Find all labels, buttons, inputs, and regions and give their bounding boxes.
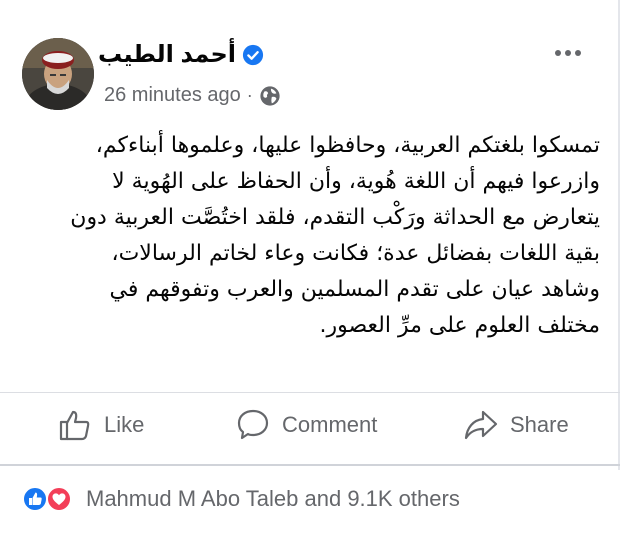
author-name[interactable]: أحمد الطيب (98, 40, 236, 69)
like-button[interactable]: Like (58, 408, 144, 442)
post-text-line: وشاهد عيان على تقدم المسلمين والعرب وتفو… (109, 277, 601, 302)
post-text-line: يتعارض مع الحداثة ورَكْب التقدم، فلقد اخ… (70, 205, 600, 230)
divider (0, 464, 620, 466)
thumbs-up-icon (59, 410, 90, 441)
comment-label: Comment (282, 412, 378, 437)
more-dot-icon (555, 50, 561, 56)
post-text-line: وازرعوا فيهم أن اللغة هُوية، وأن الحفاظ … (112, 169, 600, 194)
post-timestamp[interactable]: 26 minutes ago (104, 84, 241, 107)
share-arrow-icon (464, 410, 498, 440)
author-row: أحمد الطيب (98, 40, 264, 69)
like-label: Like (104, 412, 145, 437)
post-meta: 26 minutes ago · (104, 84, 281, 107)
meta-separator: · (246, 85, 253, 105)
action-bar: Like Comment Share (0, 396, 620, 460)
reactions-text: Mahmud M Abo Taleb and 9.1K others (86, 486, 460, 511)
share-button[interactable]: Share (464, 408, 569, 442)
more-options-button[interactable] (540, 36, 596, 70)
like-reaction-icon (22, 486, 48, 512)
more-dot-icon (565, 50, 571, 56)
reaction-icons (22, 484, 78, 514)
more-dot-icon (575, 50, 581, 56)
avatar-image (22, 38, 94, 110)
share-label: Share (510, 412, 569, 437)
post-card: أحمد الطيب 26 minutes ago · تمسكوا بلغتك… (0, 0, 620, 542)
post-text-line: مختلف العلوم على مرِّ العصور. (319, 313, 600, 338)
comment-button[interactable]: Comment (236, 408, 377, 442)
post-text: تمسكوا بلغتكم العربية، وحافظوا عليها، وع… (20, 128, 600, 344)
post-text-line: تمسكوا بلغتكم العربية، وحافظوا عليها، وع… (95, 133, 600, 158)
comment-bubble-icon (237, 409, 269, 440)
globe-icon[interactable] (259, 85, 281, 107)
avatar[interactable] (22, 38, 94, 110)
reactions-summary[interactable]: Mahmud M Abo Taleb and 9.1K others (22, 484, 460, 514)
post-text-line: بقية اللغات بفضائل عدة؛ فكانت وعاء لخاتم… (111, 241, 601, 266)
verified-badge-icon (242, 44, 264, 65)
divider (0, 392, 620, 393)
love-reaction-icon (46, 486, 72, 512)
